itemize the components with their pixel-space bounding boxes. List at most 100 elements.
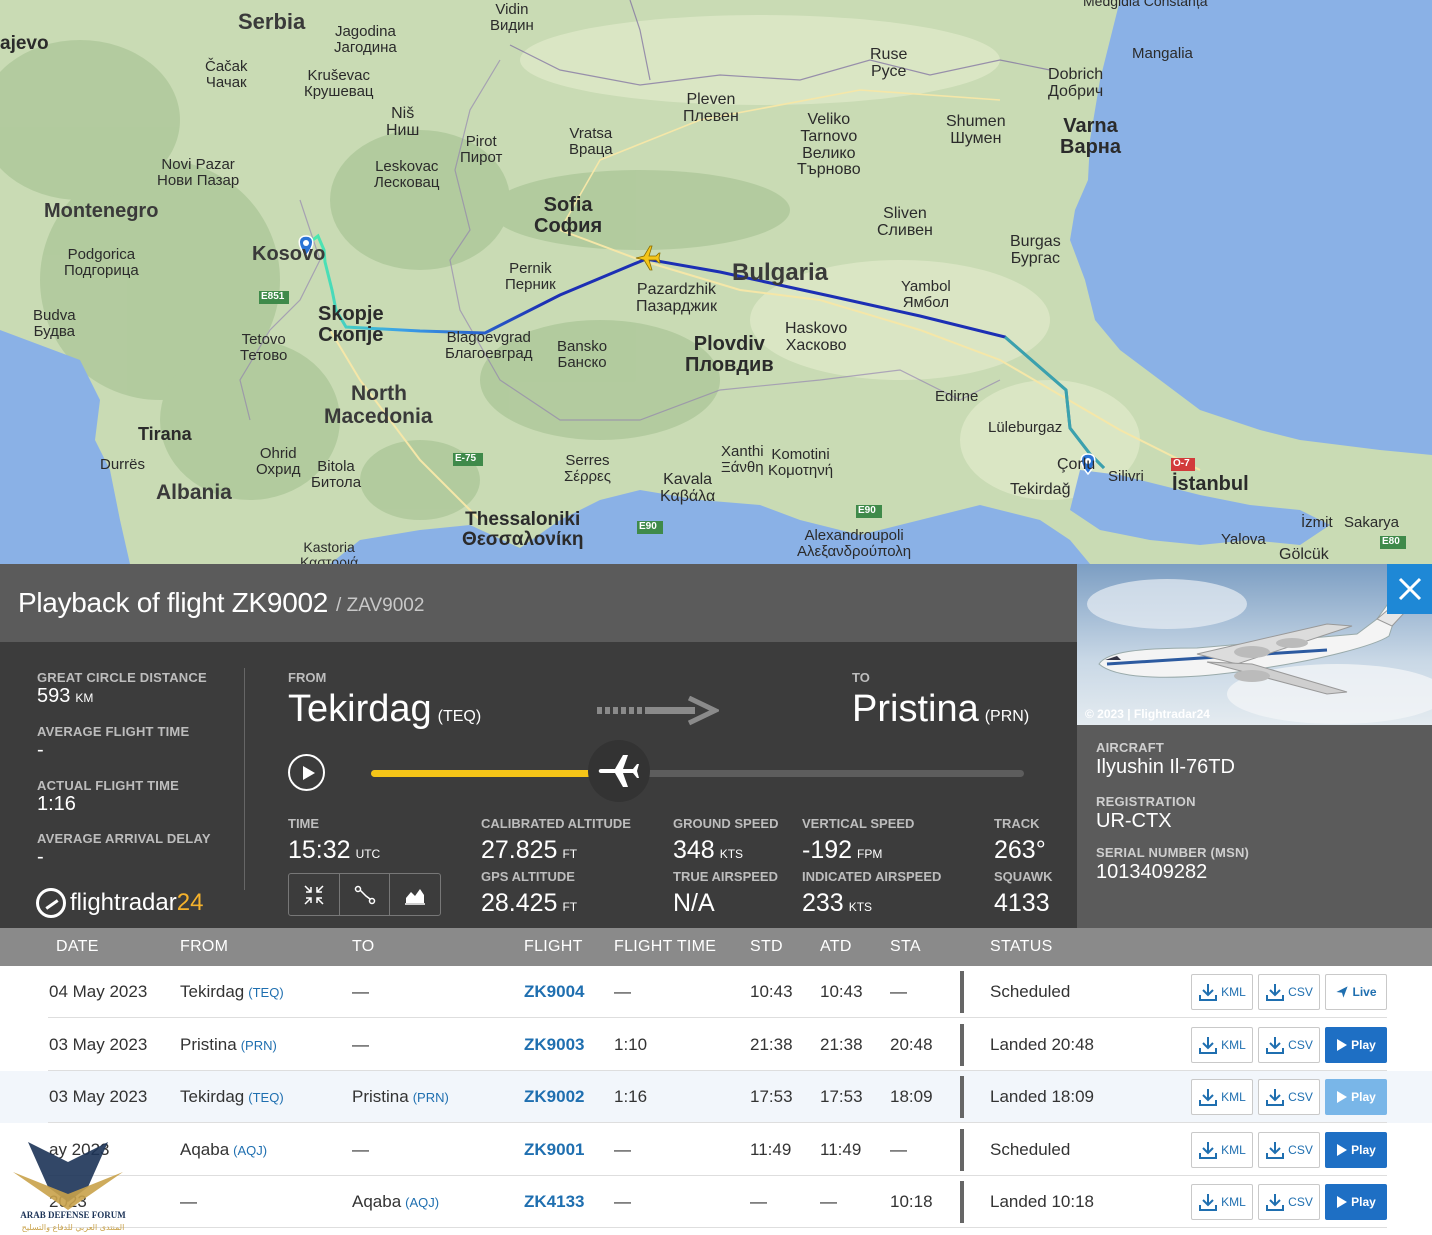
altitude-graph-button[interactable] <box>390 874 440 915</box>
play-icon <box>1337 1143 1348 1156</box>
download-kml-button[interactable]: KML <box>1191 1131 1253 1168</box>
flight-map[interactable]: E851 E-75 E90 E90 O-7 E80 Serbia Kosovo … <box>0 0 1432 564</box>
row-flight-link[interactable]: ZK9004 <box>524 982 584 1002</box>
row-status: Scheduled <box>990 1139 1071 1159</box>
label-montenegro: Montenegro <box>44 200 159 222</box>
col-sta: STA <box>890 938 921 955</box>
registration-value: UR-CTX <box>1096 810 1172 832</box>
label-sliven: Sliven Сливен <box>877 205 933 239</box>
label-kosovo: Kosovo <box>252 243 326 265</box>
squawk-value: 4133 <box>994 889 1050 917</box>
row-from[interactable]: Aqaba (AQJ) <box>180 1140 267 1160</box>
download-csv-button[interactable]: CSV <box>1258 1026 1320 1063</box>
road-e851: E851 <box>261 291 285 302</box>
col-from: FROM <box>180 938 229 955</box>
true-airspeed-label: TRUE AIRSPEED <box>673 869 778 884</box>
label-top-right: Medgidia Constanța <box>1083 0 1208 9</box>
download-kml-button[interactable]: KML <box>1191 974 1253 1010</box>
row-std: 21:38 <box>750 1034 793 1054</box>
row-flight-link[interactable]: ZK9003 <box>524 1035 584 1055</box>
download-icon <box>1266 1089 1285 1106</box>
route-arrow-icon <box>597 696 719 726</box>
aircraft-label: AIRCRAFT <box>1096 740 1165 755</box>
play-button[interactable]: Play <box>1325 1131 1387 1168</box>
playback-handle[interactable] <box>588 740 651 802</box>
row-to[interactable]: Pristina (PRN) <box>352 1087 449 1107</box>
table-row[interactable]: 04 May 2023 Tekirdag (TEQ) — ZK9004 — 10:… <box>0 966 1432 1018</box>
download-kml-button[interactable]: KML <box>1191 1079 1253 1115</box>
col-status: STATUS <box>990 938 1053 955</box>
row-to[interactable]: Aqaba (AQJ) <box>352 1192 439 1212</box>
row-flight-link[interactable]: ZK9002 <box>524 1087 584 1107</box>
play-button[interactable]: Play <box>1325 1079 1387 1115</box>
aircraft-photo[interactable]: © 2023 | Flightradar24 <box>1077 564 1432 725</box>
download-csv-button[interactable]: CSV <box>1258 1131 1320 1168</box>
row-status: Landed 20:48 <box>990 1034 1094 1054</box>
col-date: DATE <box>56 938 99 955</box>
play-button[interactable]: Play <box>1325 1184 1387 1220</box>
row-from[interactable]: — <box>180 1192 201 1212</box>
download-kml-button[interactable]: KML <box>1191 1026 1253 1063</box>
row-from[interactable]: Tekirdag (TEQ) <box>180 982 284 1002</box>
label-serbia: Serbia <box>238 9 306 34</box>
watermark-text-ar: المنتدى العربي للدفاع والتسليح <box>22 1223 125 1232</box>
row-from[interactable]: Pristina (PRN) <box>180 1035 277 1055</box>
download-kml-button[interactable]: KML <box>1191 1184 1253 1220</box>
label-yambol: Yambol Ямбол <box>901 278 951 311</box>
aircraft-type: Ilyushin Il-76TD <box>1096 756 1235 778</box>
registration-label: REGISTRATION <box>1096 794 1196 809</box>
label-plovdiv: Plovdiv Пловдив <box>685 333 774 376</box>
download-icon <box>1199 984 1218 1001</box>
road-e90-b: E90 <box>858 505 876 516</box>
row-flight-link[interactable]: ZK9001 <box>524 1140 584 1160</box>
label-varna: Varna Варна <box>1060 115 1121 158</box>
to-airport[interactable]: Pristina (PRN) <box>852 688 1029 731</box>
route-button[interactable] <box>340 874 391 915</box>
live-button[interactable]: Live <box>1325 974 1387 1010</box>
fit-view-icon <box>304 884 324 905</box>
gps-altitude-value: 28.425 FT <box>481 889 578 917</box>
close-icon <box>1398 577 1421 601</box>
playback-timeline[interactable] <box>371 740 1024 802</box>
play-icon <box>1337 1196 1348 1208</box>
actual-flight-time: ACTUAL FLIGHT TIME 1:16 <box>37 778 180 815</box>
row-from[interactable]: Tekirdag (TEQ) <box>180 1087 284 1107</box>
download-icon <box>1199 1089 1218 1106</box>
row-date: 03 May 2023 <box>49 1034 148 1054</box>
row-date: 03 May 2023 <box>49 1087 148 1106</box>
row-to[interactable]: — <box>352 1140 373 1160</box>
label-ohrid: Ohrid Охрид <box>256 445 301 478</box>
label-nis: Niš Ниш <box>386 105 420 139</box>
label-bulgaria: Bulgaria <box>732 259 829 286</box>
fit-view-button[interactable] <box>289 874 340 915</box>
table-row[interactable]: 03 May 2023 Tekirdag (TEQ) Pristina (PRN) … <box>0 1071 1432 1123</box>
table-row[interactable]: 03 May 2023 Pristina (PRN) — ZK9003 1:10 … <box>0 1019 1432 1071</box>
play-button[interactable]: Play <box>1325 1026 1387 1063</box>
download-csv-button[interactable]: CSV <box>1258 1079 1320 1115</box>
label-krusevac: Kruševac Крушевац <box>304 67 374 100</box>
col-flight: FLIGHT <box>524 938 583 955</box>
label-albania: Albania <box>156 481 232 504</box>
label-kavala: Kavala Καβάλα <box>660 471 716 505</box>
table-row[interactable]: ay 2023 Aqaba (AQJ) — ZK9001 — 11:49 11:4… <box>0 1124 1432 1176</box>
flightradar24-logo[interactable]: flightradar 24 <box>36 888 203 918</box>
from-airport[interactable]: Tekirdag (TEQ) <box>288 688 481 731</box>
row-to[interactable]: — <box>352 1035 373 1055</box>
close-button[interactable] <box>1387 564 1432 614</box>
playback-tools <box>288 873 441 916</box>
row-flight-time: — <box>614 982 631 1001</box>
label-shumen: Shumen Шумен <box>946 113 1006 147</box>
download-csv-button[interactable]: CSV <box>1258 1184 1320 1220</box>
row-date: 04 May 2023 <box>49 982 148 1001</box>
playback-play-button[interactable] <box>288 754 325 791</box>
time-value: 15:32 UTC <box>288 836 381 864</box>
row-flight-link[interactable]: ZK4133 <box>524 1192 584 1212</box>
download-csv-button[interactable]: CSV <box>1258 974 1320 1010</box>
label-ruse: Ruse Русе <box>870 46 908 80</box>
table-row[interactable]: 2023 — Aqaba(AQJ) ZK4133 — — — 10:18 Lan… <box>0 1176 1432 1228</box>
label-blagoevgrad: Blagoevgrad Благоевград <box>445 329 533 362</box>
watermark-text-en: ARAB DEFENSE FORUM <box>20 1210 126 1220</box>
label-alexandroupoli: Alexandroupoli Αλεξανδρούπολη <box>797 527 912 560</box>
row-to[interactable]: — <box>352 982 373 1002</box>
label-pirot: Pirot Пирот <box>460 133 503 166</box>
